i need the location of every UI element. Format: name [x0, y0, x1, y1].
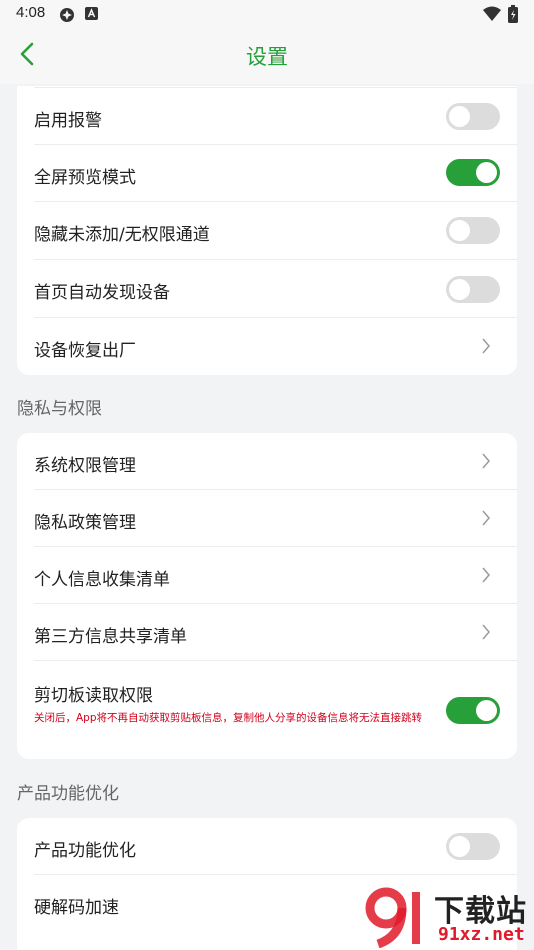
row-hide-channels[interactable]: 隐藏未添加/无权限通道: [17, 202, 517, 260]
app-a-notification-icon: [85, 7, 98, 20]
row-label: 剪切板读取权限: [34, 686, 153, 706]
row-third-party-sharing[interactable]: 第三方信息共享清单: [17, 604, 517, 661]
chevron-right-icon: [482, 453, 490, 469]
clipboard-note: 关闭后，App将不再自动获取剪贴板信息，复制他人分享的设备信息将无法直接跳转: [34, 712, 423, 724]
row-label: 产品功能优化: [34, 841, 136, 861]
chevron-right-icon: [482, 567, 490, 583]
clipboard-permission-toggle[interactable]: [446, 697, 500, 724]
product-optimization-toggle[interactable]: [446, 833, 500, 860]
row-clipboard-permission[interactable]: 剪切板读取权限 关闭后，App将不再自动获取剪贴板信息，复制他人分享的设备信息将…: [17, 661, 517, 759]
status-bar: 4:08: [0, 0, 534, 28]
app-notification-icon: [60, 8, 74, 22]
hide-channels-toggle[interactable]: [446, 217, 500, 244]
watermark-url: 91xz.net: [438, 924, 525, 945]
row-label: 隐私政策管理: [34, 513, 136, 533]
row-fullscreen-preview[interactable]: 全屏预览模式: [17, 145, 517, 202]
row-system-permissions[interactable]: 系统权限管理: [17, 433, 517, 490]
row-factory-reset[interactable]: 设备恢复出厂: [17, 318, 517, 375]
row-enable-alarm[interactable]: 启用报警: [17, 88, 517, 145]
status-time: 4:08: [16, 4, 46, 21]
row-auto-discover[interactable]: 首页自动发现设备: [17, 260, 517, 318]
row-label: 隐藏未添加/无权限通道: [34, 225, 210, 245]
settings-card-general: 启用报警 全屏预览模式 隐藏未添加/无权限通道 首页自动发现设备 设备恢复出厂: [17, 86, 517, 375]
row-label: 设备恢复出厂: [34, 341, 136, 361]
site-watermark: 下载站 91xz.net: [362, 884, 534, 950]
row-label: 系统权限管理: [34, 456, 136, 476]
row-label: 硬解码加速: [34, 898, 119, 918]
row-personal-info-list[interactable]: 个人信息收集清单: [17, 547, 517, 604]
enable-alarm-toggle[interactable]: [446, 103, 500, 130]
chevron-right-icon: [482, 338, 490, 354]
fullscreen-preview-toggle[interactable]: [446, 159, 500, 186]
chevron-right-icon: [482, 510, 490, 526]
row-label: 个人信息收集清单: [34, 570, 170, 590]
row-label: 首页自动发现设备: [34, 283, 170, 303]
section-title-product: 产品功能优化: [17, 784, 119, 804]
settings-card-privacy: 系统权限管理 隐私政策管理 个人信息收集清单 第三方信息共享清单 剪切板读取权限…: [17, 433, 517, 759]
section-title-privacy: 隐私与权限: [17, 399, 102, 419]
row-label: 第三方信息共享清单: [34, 627, 187, 647]
row-label: 全屏预览模式: [34, 168, 136, 188]
wifi-icon: [483, 6, 501, 21]
battery-icon: [508, 5, 518, 23]
watermark-logo-icon: [365, 887, 420, 948]
row-privacy-policy[interactable]: 隐私政策管理: [17, 490, 517, 547]
row-label: 启用报警: [34, 111, 102, 131]
page-title: 设置: [246, 45, 288, 69]
auto-discover-toggle[interactable]: [446, 276, 500, 303]
app-header: 设置: [0, 28, 534, 84]
row-product-optimization[interactable]: 产品功能优化: [17, 818, 517, 875]
chevron-right-icon: [482, 624, 490, 640]
